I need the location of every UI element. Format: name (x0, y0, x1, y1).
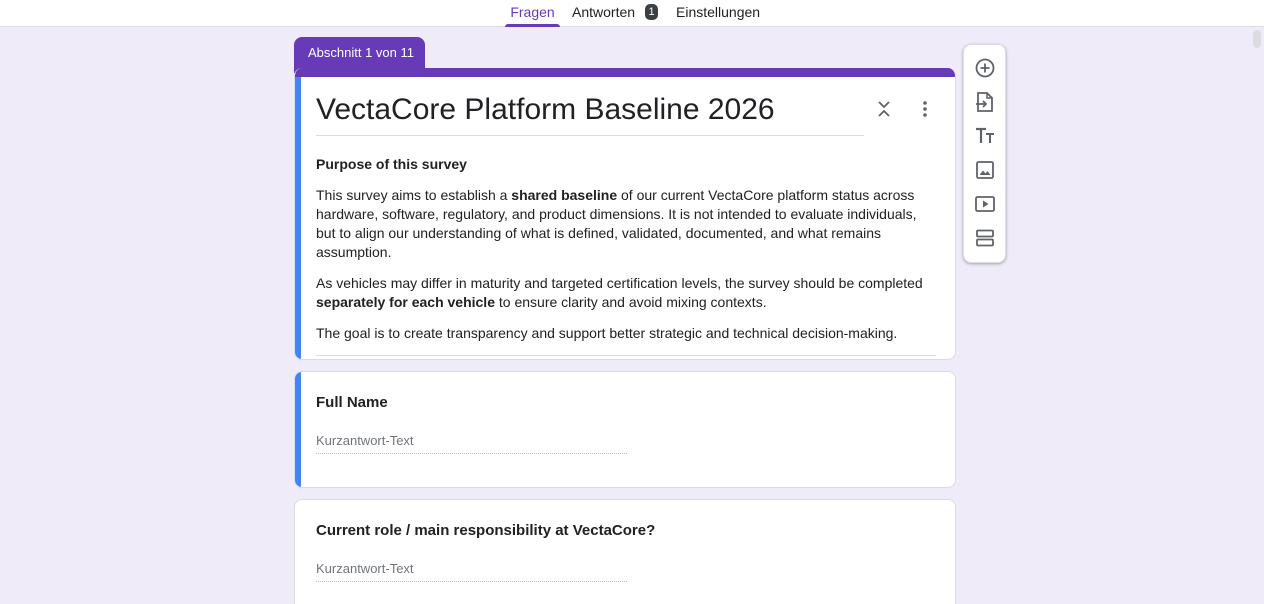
question-title[interactable]: Current role / main responsibility at Ve… (316, 522, 655, 539)
add-title-icon[interactable] (974, 125, 996, 147)
form-header-card[interactable]: VectaCore Platform Baseline 2026 Purpose… (294, 68, 956, 360)
question-title[interactable]: Full Name (316, 394, 388, 411)
more-options-icon[interactable] (915, 98, 935, 120)
tab-settings[interactable]: Einstellungen (676, 0, 760, 27)
form-description[interactable]: Purpose of this survey This survey aims … (316, 155, 936, 356)
description-paragraph-3: The goal is to create transparency and s… (316, 325, 898, 341)
tab-responses[interactable]: Antworten 1 (572, 0, 659, 27)
tab-questions[interactable]: Fragen (505, 0, 560, 27)
header-accent-stripe (295, 68, 955, 77)
floating-toolbar (963, 44, 1006, 263)
description-paragraph-1: This survey aims to establish a shared b… (316, 187, 917, 260)
form-title-input[interactable]: VectaCore Platform Baseline 2026 (316, 92, 864, 136)
question-card-full-name[interactable]: Full Name Kurzantwort-Text (294, 371, 956, 488)
add-section-icon[interactable] (974, 227, 996, 249)
page-scrollbar[interactable] (1250, 27, 1264, 604)
short-answer-field[interactable]: Kurzantwort-Text (316, 432, 627, 454)
question-card-current-role[interactable]: Current role / main responsibility at Ve… (294, 499, 956, 604)
add-question-icon[interactable] (974, 57, 996, 79)
scrollbar-thumb[interactable] (1253, 30, 1261, 48)
import-questions-icon[interactable] (974, 91, 996, 113)
description-paragraph-2: As vehicles may differ in maturity and t… (316, 275, 923, 310)
description-heading: Purpose of this survey (316, 156, 467, 172)
top-tab-bar: Fragen Antworten 1 Einstellungen (0, 0, 1264, 27)
add-image-icon[interactable] (974, 159, 996, 181)
responses-count-badge: 1 (645, 4, 659, 20)
add-video-icon[interactable] (974, 193, 996, 215)
short-answer-field[interactable]: Kurzantwort-Text (316, 560, 627, 582)
active-card-indicator (295, 372, 301, 487)
active-card-indicator (295, 77, 301, 359)
collapse-section-icon[interactable] (875, 98, 893, 120)
